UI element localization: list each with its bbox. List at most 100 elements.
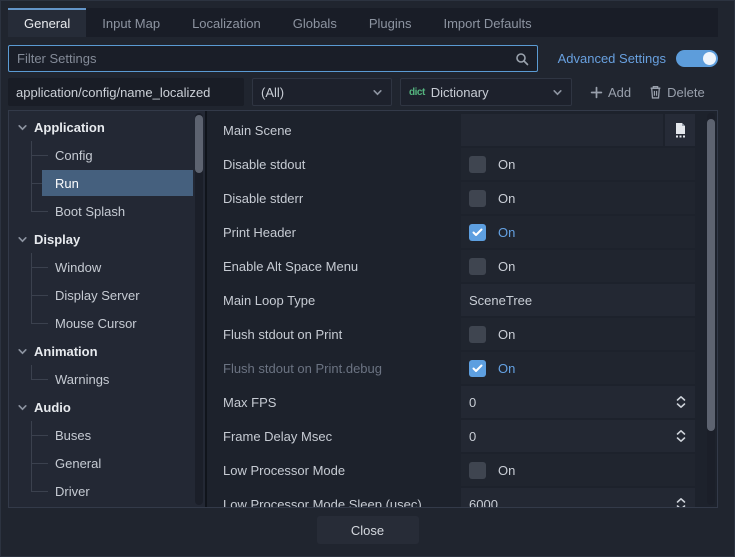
- spinbox-value: 0: [469, 429, 476, 444]
- tree-item-mouse-cursor[interactable]: Mouse Cursor: [9, 309, 205, 337]
- settings-scrollbar[interactable]: [707, 113, 715, 505]
- setting-row: Low Processor ModeOn: [207, 453, 707, 487]
- setting-label: Flush stdout on Print: [207, 327, 461, 342]
- checkbox[interactable]: [469, 326, 486, 343]
- setting-label: Main Scene: [207, 123, 461, 138]
- chevron-down-icon: [372, 87, 383, 98]
- add-button-label: Add: [608, 85, 631, 100]
- tab-bar: GeneralInput MapLocalizationGlobalsPlugi…: [8, 8, 718, 37]
- tree-item-run[interactable]: Run: [9, 169, 205, 197]
- setting-row: Low Processor Mode Sleep (usec)6000: [207, 487, 707, 507]
- setting-label: Enable Alt Space Menu: [207, 259, 461, 274]
- feature-select-value: (All): [261, 85, 284, 100]
- close-button[interactable]: Close: [317, 516, 419, 544]
- spinbox-field[interactable]: 6000: [461, 488, 695, 507]
- settings-list: Main SceneDisable stdoutOnDisable stderr…: [207, 111, 717, 507]
- tree-item-label: Config: [9, 148, 93, 163]
- setting-row: Enable Alt Space Menu On: [207, 249, 707, 283]
- checkbox[interactable]: [469, 462, 486, 479]
- advanced-settings-group: Advanced Settings: [558, 50, 718, 67]
- tree-item-config[interactable]: Config: [9, 141, 205, 169]
- chevron-down-icon: [17, 234, 28, 245]
- check-icon: [472, 364, 483, 373]
- tree-item-label: Boot Splash: [9, 204, 125, 219]
- tab-plugins[interactable]: Plugins: [353, 8, 428, 37]
- setting-label: Print Header: [207, 225, 461, 240]
- file-load-button[interactable]: [665, 114, 695, 146]
- trash-icon: [649, 85, 662, 99]
- tree-item-boot-splash[interactable]: Boot Splash: [9, 197, 205, 225]
- type-select[interactable]: dict Dictionary: [400, 78, 572, 106]
- checkbox[interactable]: [469, 360, 486, 377]
- dict-type-icon: dict: [409, 87, 425, 98]
- text-field[interactable]: SceneTree: [461, 284, 695, 316]
- tree-section-animation[interactable]: Animation: [9, 337, 205, 365]
- project-settings-dialog: GeneralInput MapLocalizationGlobalsPlugi…: [0, 0, 735, 557]
- setting-row: Main Scene: [207, 113, 707, 147]
- feature-select[interactable]: (All): [252, 78, 392, 106]
- setting-value-cell: On: [461, 182, 695, 214]
- file-path-field[interactable]: [461, 114, 663, 146]
- checkbox[interactable]: [469, 156, 486, 173]
- tree-item-buses[interactable]: Buses: [9, 421, 205, 449]
- setting-label: Flush stdout on Print.debug: [207, 361, 461, 376]
- tree-item-label: Buses: [9, 428, 91, 443]
- tree-item-label: Driver: [9, 484, 90, 499]
- tab-localization[interactable]: Localization: [176, 8, 277, 37]
- tree-section-audio[interactable]: Audio: [9, 393, 205, 421]
- setting-value-cell: On: [461, 148, 695, 180]
- checkbox[interactable]: [469, 190, 486, 207]
- tree-scrollbar-grabber[interactable]: [195, 115, 203, 173]
- add-button[interactable]: Add: [588, 78, 633, 106]
- spin-updown-icon[interactable]: [675, 395, 687, 409]
- setting-row: Disable stderrOn: [207, 181, 707, 215]
- tree-item-label: Run: [9, 176, 79, 191]
- file-value-cell: [461, 114, 695, 146]
- checkbox[interactable]: [469, 224, 486, 241]
- plus-icon: [590, 86, 603, 99]
- setting-value-cell: On: [461, 352, 695, 384]
- search-input[interactable]: Filter Settings: [8, 45, 538, 72]
- tree-item-general[interactable]: General: [9, 449, 205, 477]
- tree-item-label: Display Server: [9, 288, 140, 303]
- setting-value-cell: On: [461, 250, 695, 282]
- spin-updown-icon[interactable]: [675, 497, 687, 507]
- settings-content: Application Config Run Boot Splash Display Wi…: [8, 110, 718, 508]
- delete-button[interactable]: Delete: [647, 78, 707, 106]
- advanced-settings-toggle[interactable]: [676, 50, 718, 67]
- tab-globals[interactable]: Globals: [277, 8, 353, 37]
- checkbox-text: On: [498, 157, 515, 172]
- tree-item-display-server[interactable]: Display Server: [9, 281, 205, 309]
- checkbox-text: On: [498, 191, 515, 206]
- tree-item-warnings[interactable]: Warnings: [9, 365, 205, 393]
- setting-label: Low Processor Mode Sleep (usec): [207, 497, 461, 508]
- tree-item-label: Window: [9, 260, 101, 275]
- delete-button-label: Delete: [667, 85, 705, 100]
- text-field-value: SceneTree: [469, 293, 532, 308]
- settings-scrollbar-grabber[interactable]: [707, 119, 715, 431]
- spinbox-field[interactable]: 0: [461, 386, 695, 418]
- tab-general[interactable]: General: [8, 8, 86, 37]
- tree-item-window[interactable]: Window: [9, 253, 205, 281]
- checkbox[interactable]: [469, 258, 486, 275]
- tree-section-display[interactable]: Display: [9, 225, 205, 253]
- tree-section-label: Application: [34, 120, 105, 135]
- spinbox-field[interactable]: 0: [461, 420, 695, 452]
- tab-import-defaults[interactable]: Import Defaults: [427, 8, 547, 37]
- spin-updown-icon[interactable]: [675, 429, 687, 443]
- checkbox-text: On: [498, 463, 515, 478]
- checkbox-text: On: [498, 259, 515, 274]
- tree-section-application[interactable]: Application: [9, 113, 205, 141]
- chevron-down-icon: [17, 122, 28, 133]
- type-select-value: Dictionary: [431, 85, 489, 100]
- chevron-down-icon: [552, 87, 563, 98]
- tree-section-label: Display: [34, 232, 80, 247]
- setting-label: Frame Delay Msec: [207, 429, 461, 444]
- tree-scrollbar[interactable]: [195, 113, 203, 505]
- property-path-input[interactable]: application/config/name_localized: [8, 78, 244, 106]
- close-button-label: Close: [351, 523, 384, 538]
- checkbox-text: On: [498, 225, 515, 240]
- tree-item-driver[interactable]: Driver: [9, 477, 205, 505]
- tab-input-map[interactable]: Input Map: [86, 8, 176, 37]
- spinbox-value: 0: [469, 395, 476, 410]
